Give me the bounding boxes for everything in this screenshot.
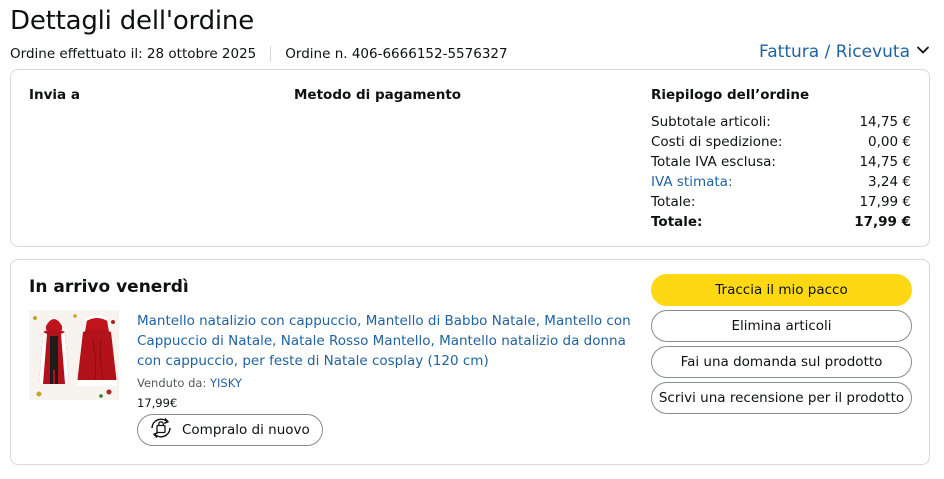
seller-link[interactable]: YISKY — [210, 376, 242, 390]
buy-again-icon — [148, 417, 174, 443]
summary-value: 14,75 € — [859, 114, 911, 130]
product-price: 17,99€ — [137, 396, 178, 410]
summary-label: Costi di spedizione: — [651, 134, 783, 150]
product-title-link[interactable]: Mantello natalizio con cappuccio, Mantel… — [137, 311, 637, 371]
chevron-down-icon — [916, 42, 930, 62]
order-details-box: Invia a Metodo di pagamento Riepilogo de… — [10, 69, 930, 247]
summary-value: 17,99 € — [859, 194, 911, 210]
delivery-status: In arrivo venerdì — [29, 277, 189, 297]
seller-label: Venduto da: — [137, 376, 207, 390]
ask-question-button[interactable]: Fai una domanda sul prodotto — [651, 346, 912, 378]
summary-row-total-ex-vat: Totale IVA esclusa: 14,75 € — [651, 152, 911, 172]
order-summary-heading: Riepilogo dell’ordine — [651, 87, 810, 103]
summary-label: Totale IVA esclusa: — [651, 154, 776, 170]
summary-row-shipping: Costi di spedizione: 0,00 € — [651, 132, 911, 152]
buy-again-label: Compralo di nuovo — [182, 422, 310, 438]
payment-method-heading: Metodo di pagamento — [294, 87, 462, 103]
shipment-actions: Traccia il mio pacco Elimina articoli Fa… — [651, 274, 912, 418]
vat-link[interactable]: IVA stimata: — [651, 172, 733, 192]
shipment-box: In arrivo venerdì Mantello natalizio con… — [10, 259, 930, 465]
summary-value: 3,24 € — [868, 174, 911, 190]
summary-row-vat: IVA stimata: 3,24 € — [651, 172, 911, 192]
write-review-button[interactable]: Scrivi una recensione per il prodotto — [651, 382, 912, 414]
buy-again-button[interactable]: Compralo di nuovo — [137, 414, 323, 446]
product-image[interactable] — [29, 310, 119, 400]
summary-value: 14,75 € — [859, 154, 911, 170]
delete-items-button[interactable]: Elimina articoli — [651, 310, 912, 342]
product-info: Mantello natalizio con cappuccio, Mantel… — [137, 311, 637, 411]
summary-label: Totale: — [651, 214, 703, 230]
ship-to-heading: Invia a — [29, 87, 80, 103]
summary-row-total: Totale: 17,99 € — [651, 192, 911, 212]
seller-info: Venduto da: YISKY — [137, 375, 637, 391]
order-meta: Ordine effettuato il: 28 ottobre 2025 Or… — [10, 46, 508, 62]
order-date: Ordine effettuato il: 28 ottobre 2025 — [10, 46, 257, 62]
invoice-dropdown[interactable]: Fattura / Ricevuta — [759, 42, 930, 62]
summary-label: Totale: — [651, 194, 696, 210]
summary-row-grand-total: Totale: 17,99 € — [651, 212, 911, 232]
invoice-link-label: Fattura / Ricevuta — [759, 42, 910, 62]
summary-label: Subtotale articoli: — [651, 114, 771, 130]
summary-value: 0,00 € — [868, 134, 911, 150]
order-summary: Subtotale articoli: 14,75 € Costi di spe… — [651, 112, 911, 232]
meta-divider — [270, 46, 272, 62]
summary-row-subtotal: Subtotale articoli: 14,75 € — [651, 112, 911, 132]
summary-value: 17,99 € — [854, 214, 911, 230]
track-package-button[interactable]: Traccia il mio pacco — [651, 274, 912, 306]
order-number: Ordine n. 406-6666152-5576327 — [285, 46, 508, 62]
page-title: Dettagli dell'ordine — [10, 6, 254, 36]
